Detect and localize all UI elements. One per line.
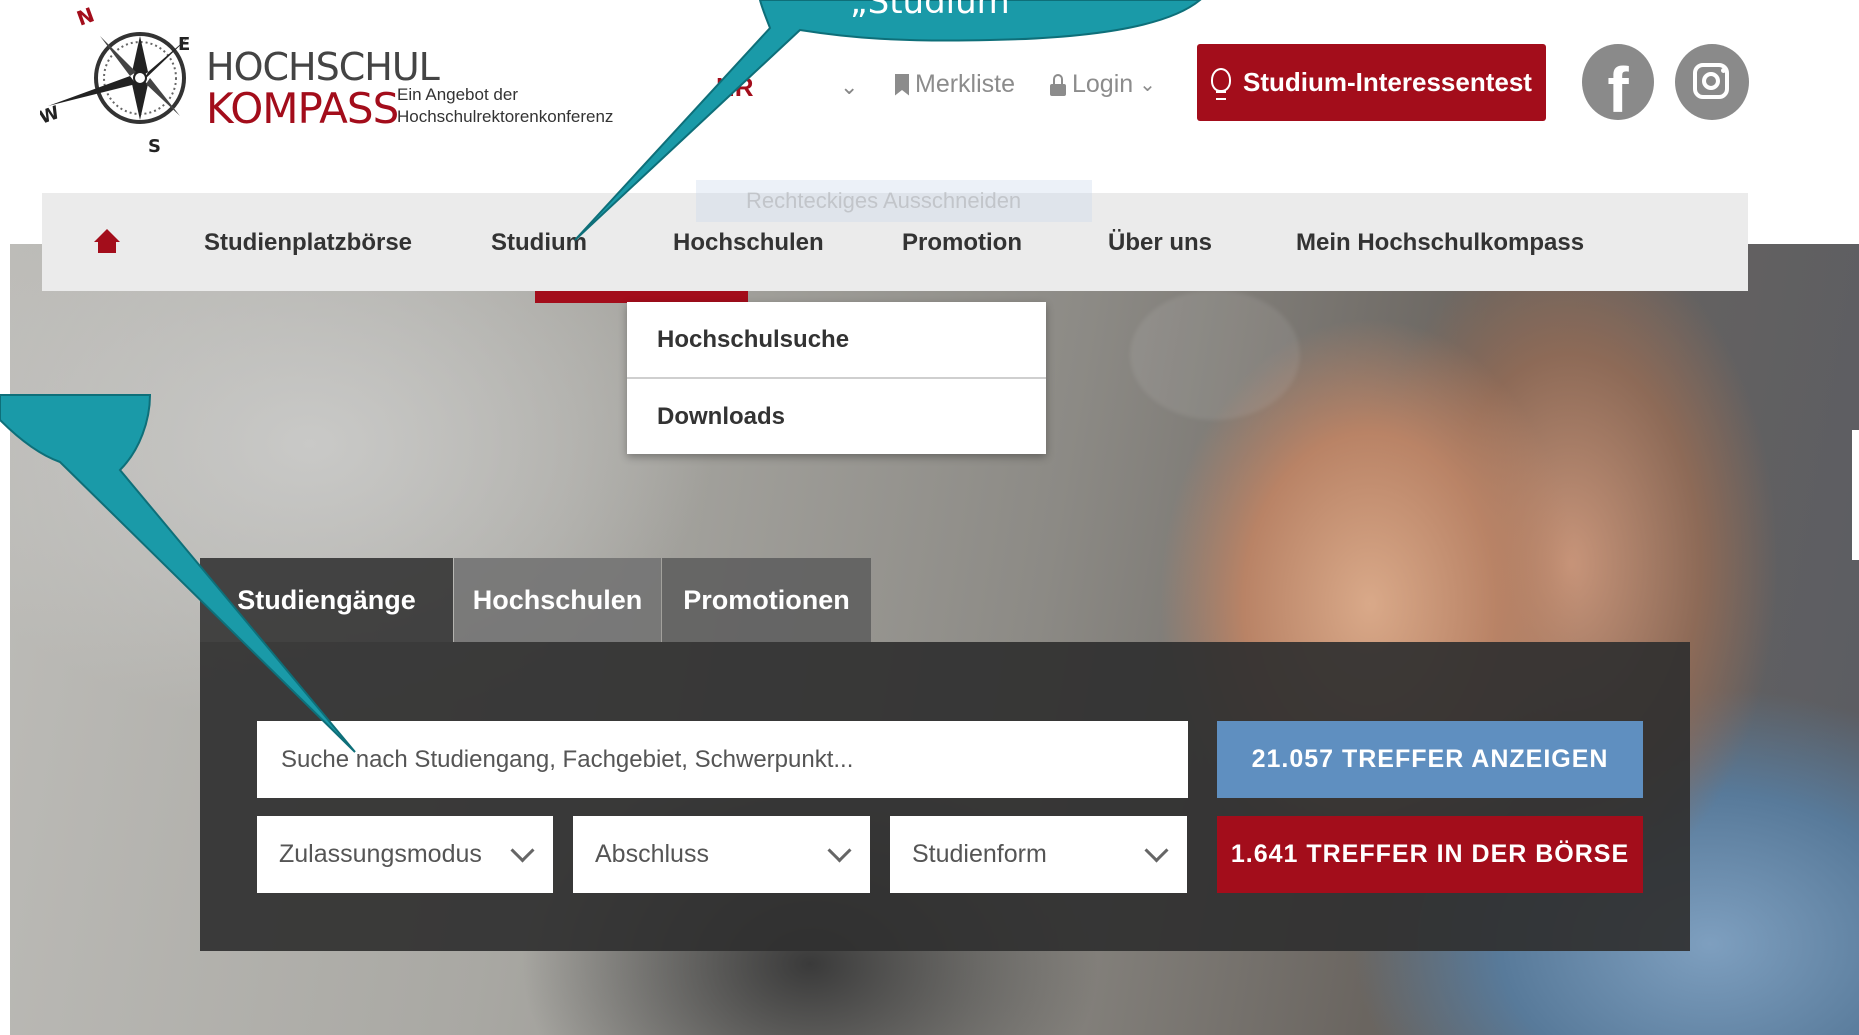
study-form-label: Studienform (912, 840, 1047, 868)
tab-hochschulen[interactable]: Hochschulen (454, 558, 661, 642)
hero-image-highlight (1130, 290, 1300, 420)
login-label: Login (1072, 70, 1134, 98)
degree-select[interactable]: Abschluss (573, 816, 870, 893)
exchange-results-button[interactable]: 1.641 TREFFER IN DER BÖRSE (1217, 816, 1643, 893)
dropdown-item-downloads[interactable]: Downloads (627, 379, 1046, 454)
hochschulen-dropdown: Hochschulsuche Downloads (627, 302, 1046, 454)
search-input[interactable] (257, 721, 1188, 798)
compass-s-label: S (148, 136, 161, 156)
scroll-edge (1852, 430, 1859, 560)
nav-item-ueber-uns[interactable]: Über uns (1108, 229, 1212, 257)
nav-item-hochschulen[interactable]: Hochschulen (673, 229, 824, 257)
degree-label: Abschluss (595, 840, 709, 868)
compass-e-label: E (178, 34, 190, 55)
bookmark-link[interactable]: Merkliste (895, 70, 1015, 99)
nav-item-promotion[interactable]: Promotion (902, 229, 1022, 257)
nav-item-studium[interactable]: Studium (491, 229, 587, 257)
logo-text-hochschul[interactable]: HOCHSCHUL (206, 48, 440, 86)
login-menu[interactable]: Login ⌄ (1050, 70, 1156, 99)
interest-test-label: Studium-Interessentest (1243, 67, 1532, 97)
instagram-icon[interactable] (1675, 44, 1749, 120)
bookmark-icon (895, 73, 909, 96)
interest-test-button[interactable]: Studium-Interessentest (1197, 44, 1546, 121)
snipping-tool-tooltip: Rechteckiges Ausschneiden (696, 180, 1092, 222)
tagline-line-1: Ein Angebot der (397, 85, 518, 104)
lock-icon (1050, 73, 1066, 96)
compass-w-label: W (40, 102, 63, 129)
callout-bubble-text: „Studium (850, 0, 1010, 22)
bookmark-label: Merkliste (915, 70, 1016, 98)
chevron-down-icon (1144, 838, 1169, 863)
logo-text-kompass[interactable]: KOMPASS (206, 88, 399, 130)
compass-logo-icon[interactable]: N E S W (40, 6, 190, 156)
facebook-icon[interactable]: f (1582, 44, 1654, 120)
lightbulb-icon (1211, 67, 1232, 100)
chevron-down-icon (827, 838, 852, 863)
home-icon[interactable] (94, 229, 120, 255)
tagline-line-2: Hochschulrektorenkonferenz (397, 107, 614, 126)
admission-mode-select[interactable]: Zulassungsmodus (257, 816, 553, 893)
admission-mode-label: Zulassungsmodus (279, 840, 482, 868)
study-form-select[interactable]: Studienform (890, 816, 1187, 893)
compass-n-label: N (74, 6, 98, 31)
chevron-down-icon (510, 838, 535, 863)
chevron-down-icon[interactable]: ⌄ (840, 74, 858, 100)
show-results-button[interactable]: 21.057 TREFFER ANZEIGEN (1217, 721, 1643, 798)
nav-item-mein-hochschulkompass[interactable]: Mein Hochschulkompass (1296, 229, 1584, 257)
chevron-down-icon: ⌄ (1139, 74, 1156, 96)
tab-studiengaenge[interactable]: Studiengänge (200, 558, 453, 642)
nav-item-studienplatzboerse[interactable]: Studienplatzbörse (204, 229, 412, 257)
tab-promotionen[interactable]: Promotionen (662, 558, 871, 642)
hrk-menu-link[interactable]: HR (716, 72, 754, 103)
dropdown-item-hochschulsuche[interactable]: Hochschulsuche (627, 302, 1046, 377)
